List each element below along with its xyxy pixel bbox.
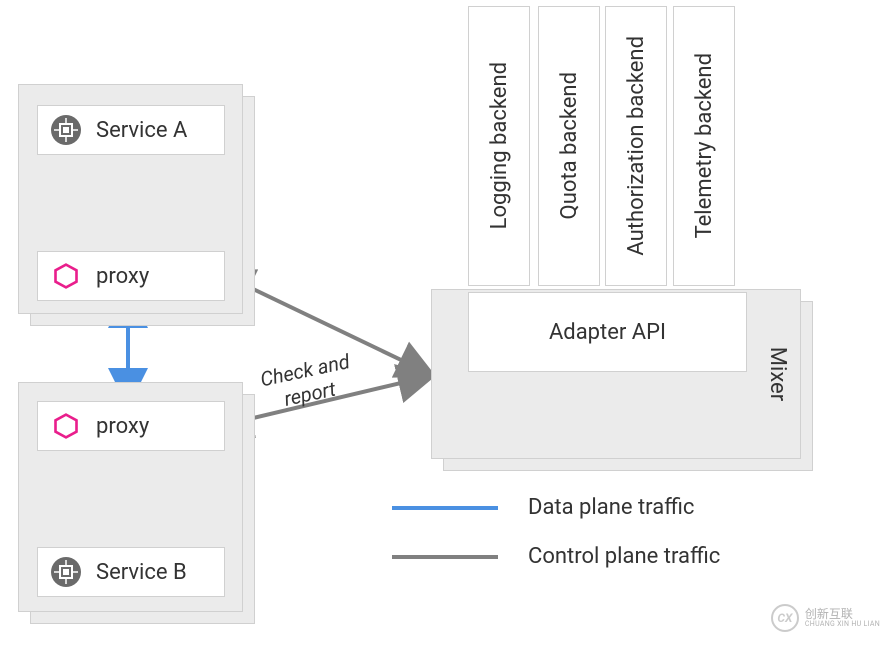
service-group-a: Service A proxy <box>18 84 243 314</box>
legend-data-plane: Data plane traffic <box>392 495 720 520</box>
legend-control-plane-label: Control plane traffic <box>528 544 720 569</box>
watermark-en: CHUANG XIN HU LIAN <box>805 621 880 629</box>
adapter-api-label: Adapter API <box>549 320 666 345</box>
legend-line-blue <box>392 506 498 510</box>
mixer-box: Mixer Adapter API <box>431 289 801 459</box>
mixer-label: Mixer <box>765 347 790 401</box>
adapter-api-box: Adapter API <box>468 292 747 372</box>
watermark-cn: 创新互联 <box>805 608 880 621</box>
check-report-annotation: Check and report <box>258 349 357 415</box>
chip-icon <box>50 556 82 588</box>
legend-data-plane-label: Data plane traffic <box>528 495 694 520</box>
proxy-b-label: proxy <box>96 414 149 439</box>
chip-icon <box>50 114 82 146</box>
proxy-a-node: proxy <box>37 251 225 301</box>
service-group-b: proxy Service B <box>18 382 243 612</box>
logging-backend-label: Logging backend <box>487 62 512 229</box>
legend-line-gray <box>392 555 498 559</box>
telemetry-backend-box: Telemetry backend <box>673 6 735 286</box>
telemetry-backend-label: Telemetry backend <box>692 53 717 238</box>
logging-backend-box: Logging backend <box>468 6 530 286</box>
service-a-node: Service A <box>37 105 225 155</box>
watermark-icon: CX <box>771 604 799 632</box>
proxy-b-node: proxy <box>37 401 225 451</box>
legend: Data plane traffic Control plane traffic <box>392 495 720 593</box>
proxy-a-label: proxy <box>96 264 149 289</box>
hexagon-icon <box>50 260 82 292</box>
watermark: CX 创新互联 CHUANG XIN HU LIAN <box>771 604 880 632</box>
authorization-backend-box: Authorization backend <box>605 6 667 286</box>
hexagon-icon <box>50 410 82 442</box>
legend-control-plane: Control plane traffic <box>392 544 720 569</box>
service-a-label: Service A <box>96 118 187 143</box>
authorization-backend-label: Authorization backend <box>624 36 649 256</box>
quota-backend-label: Quota backend <box>557 72 582 219</box>
service-b-node: Service B <box>37 547 225 597</box>
quota-backend-box: Quota backend <box>538 6 600 286</box>
service-b-label: Service B <box>96 560 187 585</box>
